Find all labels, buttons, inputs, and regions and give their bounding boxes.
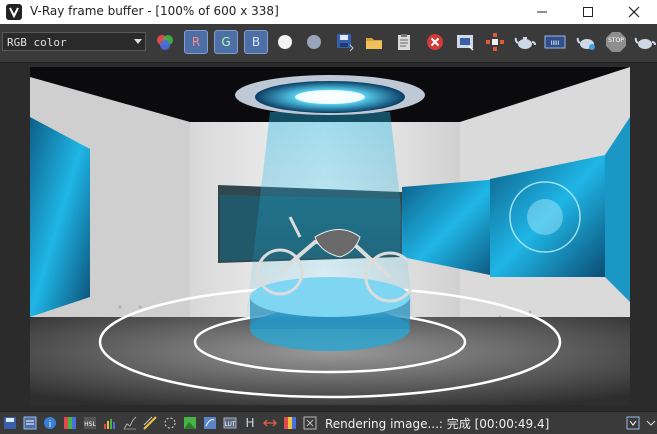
exposure-icon bbox=[143, 416, 157, 430]
levels-button[interactable] bbox=[103, 416, 117, 430]
color-picker-button[interactable] bbox=[153, 30, 177, 54]
frames-icon: LUT bbox=[223, 417, 237, 429]
clear-icon bbox=[427, 34, 443, 50]
grey-circle-icon bbox=[307, 35, 321, 49]
history-button[interactable] bbox=[23, 416, 37, 430]
toolbar: RGB color R G B IIIII STOP bbox=[0, 24, 657, 63]
render-icon bbox=[634, 37, 656, 49]
compare-icon bbox=[263, 419, 277, 427]
lut-toggle-button[interactable] bbox=[203, 416, 217, 430]
save-all-button[interactable] bbox=[3, 416, 17, 430]
svg-text:LUT: LUT bbox=[224, 421, 235, 428]
white-display-button[interactable] bbox=[273, 30, 297, 54]
blue-channel-button[interactable]: B bbox=[244, 30, 268, 54]
expand-panel-button[interactable] bbox=[626, 416, 640, 430]
status-message: Rendering image...: 完成 [00:00:49.4] bbox=[325, 417, 550, 431]
lens-effects-button[interactable] bbox=[183, 416, 197, 430]
settings-button[interactable] bbox=[303, 416, 317, 430]
background-button[interactable] bbox=[163, 416, 177, 430]
clear-image-button[interactable] bbox=[423, 30, 447, 54]
render-button[interactable] bbox=[633, 30, 657, 54]
render-image bbox=[30, 67, 630, 405]
info-icon: i bbox=[44, 417, 56, 430]
render-viewport[interactable] bbox=[30, 67, 630, 405]
maximize-button[interactable] bbox=[565, 0, 611, 24]
open-image-button[interactable] bbox=[362, 30, 386, 54]
green-channel-button[interactable]: G bbox=[214, 30, 238, 54]
status-bar: i HSL LUT H Rendering image...: 完成 [00:0… bbox=[0, 411, 657, 434]
channel-select-value: RGB color bbox=[7, 36, 67, 49]
lut-button[interactable]: IIIII bbox=[543, 30, 567, 54]
stop-render-button[interactable]: STOP bbox=[604, 30, 628, 54]
icc-button[interactable] bbox=[283, 416, 297, 430]
frames-button[interactable]: LUT bbox=[223, 416, 237, 430]
close-button[interactable] bbox=[611, 0, 657, 24]
region-render-button[interactable] bbox=[453, 30, 477, 54]
channel-select[interactable]: RGB color bbox=[2, 32, 146, 51]
chevron-down-icon bbox=[626, 416, 640, 430]
svg-text:IIIII: IIIII bbox=[551, 40, 560, 47]
close-icon bbox=[628, 6, 640, 18]
svg-text:HSL: HSL bbox=[84, 421, 96, 428]
lut-icon bbox=[204, 417, 216, 429]
green-channel-label: G bbox=[221, 35, 231, 49]
h-icon: H bbox=[245, 416, 255, 430]
svg-text:i: i bbox=[49, 420, 52, 430]
window-title: V-Ray frame buffer - [100% of 600 x 338] bbox=[30, 4, 279, 18]
collapse-panel-button[interactable] bbox=[644, 416, 657, 430]
track-mouse-button[interactable] bbox=[483, 30, 507, 54]
render-last-button[interactable] bbox=[513, 30, 537, 54]
chevron-down-icon-small bbox=[646, 420, 656, 426]
lut-icon: IIIII bbox=[544, 35, 566, 49]
maximize-icon bbox=[583, 7, 593, 17]
history-icon bbox=[23, 416, 37, 430]
region-icon bbox=[457, 35, 474, 51]
save-icon bbox=[337, 34, 354, 52]
hsl-button[interactable]: HSL bbox=[83, 416, 97, 430]
color-correction-icon bbox=[64, 417, 76, 429]
bg-image-icon bbox=[164, 417, 176, 429]
stop-label: STOP bbox=[608, 37, 624, 44]
interactive-render-button[interactable] bbox=[575, 30, 599, 54]
levels-icon bbox=[104, 419, 115, 429]
track-mouse-icon bbox=[486, 33, 504, 51]
lens-effects-icon bbox=[184, 417, 196, 429]
hsl-icon: HSL bbox=[84, 417, 96, 429]
interactive-teapot-icon bbox=[576, 37, 595, 50]
save-icon bbox=[4, 417, 16, 429]
info-button[interactable]: i bbox=[43, 416, 57, 430]
exposure-button[interactable] bbox=[143, 416, 157, 430]
clipboard-icon bbox=[398, 34, 410, 50]
white-circle-icon bbox=[278, 35, 292, 49]
save-button[interactable] bbox=[333, 30, 357, 54]
icc-icon bbox=[284, 417, 296, 429]
red-channel-label: R bbox=[191, 35, 201, 49]
chevron-down-icon bbox=[134, 39, 142, 44]
title-bar: V-Ray frame buffer - [100% of 600 x 338] bbox=[0, 0, 657, 24]
compare-button[interactable] bbox=[263, 416, 277, 430]
color-correction-button[interactable] bbox=[63, 416, 77, 430]
curve-button[interactable] bbox=[123, 416, 137, 430]
alpha-display-button[interactable] bbox=[302, 30, 326, 54]
settings-icon bbox=[303, 416, 317, 430]
histogram-h-button[interactable]: H bbox=[243, 416, 257, 430]
color-picker-icon bbox=[157, 35, 173, 50]
minimize-icon bbox=[537, 11, 547, 13]
copy-to-clipboard-button[interactable] bbox=[392, 30, 416, 54]
red-channel-button[interactable]: R bbox=[184, 30, 208, 54]
curve-icon bbox=[123, 416, 137, 430]
blue-channel-label: B bbox=[251, 35, 261, 49]
vray-logo-icon bbox=[6, 4, 22, 20]
minimize-button[interactable] bbox=[519, 0, 565, 24]
render-teapot-icon bbox=[514, 37, 536, 49]
open-folder-icon bbox=[366, 38, 382, 49]
